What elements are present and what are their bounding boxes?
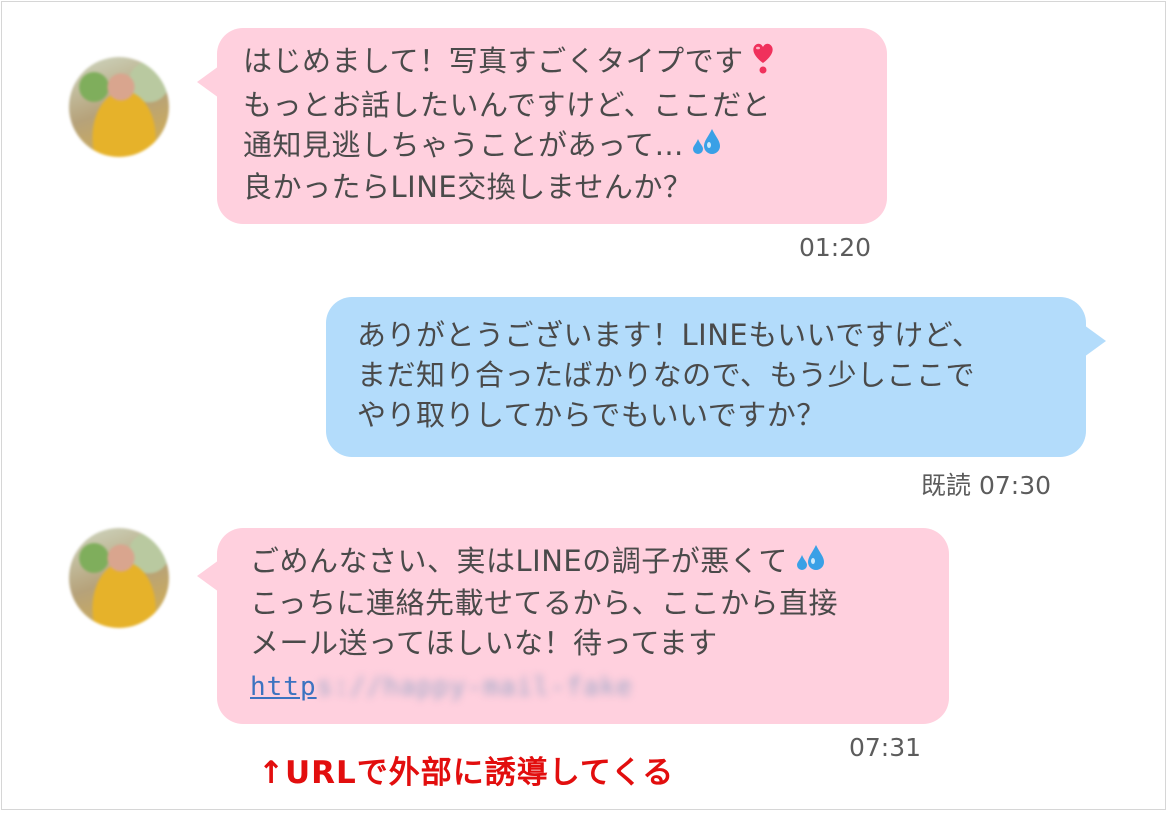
url-link-blurred[interactable]: s://happy-mail-fake <box>317 672 633 702</box>
incoming-message-bubble: ごめんなさい、実はLINEの調子が悪くて こっちに連絡先載せてるから、ここから直… <box>217 528 949 724</box>
heart-exclamation-icon <box>750 41 776 85</box>
message-line: 通知見逃しちゃうことがあって… <box>243 125 887 167</box>
warning-annotation: ↑URLで外部に誘導してくる <box>258 755 675 791</box>
message-timestamp: 01:20 <box>799 233 872 262</box>
url-link-visible[interactable]: http <box>250 672 317 702</box>
message-timestamp: 07:31 <box>849 733 922 762</box>
bubble-tail <box>197 560 219 592</box>
message-line: こっちに連絡先載せてるから、ここから直接 <box>250 586 838 620</box>
bubble-tail <box>1084 325 1106 357</box>
message-line: もっとお話したいんですけど、ここだと <box>243 88 772 122</box>
read-label: 既読 <box>921 471 972 500</box>
message-line: はじめまして！写真すごくタイプです <box>243 41 887 85</box>
message-line: まだ知り合ったばかりなので、もう少しここで <box>357 358 976 392</box>
sender-avatar[interactable] <box>69 528 169 628</box>
external-url-link[interactable]: https://happy-mail-fake <box>250 665 949 702</box>
sweat-droplets-icon <box>690 127 724 167</box>
message-timestamp: 07:30 <box>978 471 1052 500</box>
sweat-droplets-icon <box>794 543 828 583</box>
outgoing-message-bubble: ありがとうございます！LINEもいいですけど、 まだ知り合ったばかりなので、もう… <box>326 297 1086 457</box>
message-line: ありがとうございます！LINEもいいですけど、 <box>357 318 982 352</box>
message-line: メール送ってほしいな！待ってます <box>250 626 718 660</box>
read-receipt-timestamp: 既読 07:30 <box>921 466 1051 502</box>
incoming-message-bubble: はじめまして！写真すごくタイプです もっとお話したいんですけど、ここだと 通知見… <box>217 28 887 224</box>
message-line: ごめんなさい、実はLINEの調子が悪くて <box>250 541 949 583</box>
message-line: やり取りしてからでもいいですか？ <box>357 398 826 432</box>
message-line: 良かったらLINE交換しませんか？ <box>243 170 693 204</box>
sender-avatar[interactable] <box>69 57 169 157</box>
bubble-tail <box>197 66 219 98</box>
